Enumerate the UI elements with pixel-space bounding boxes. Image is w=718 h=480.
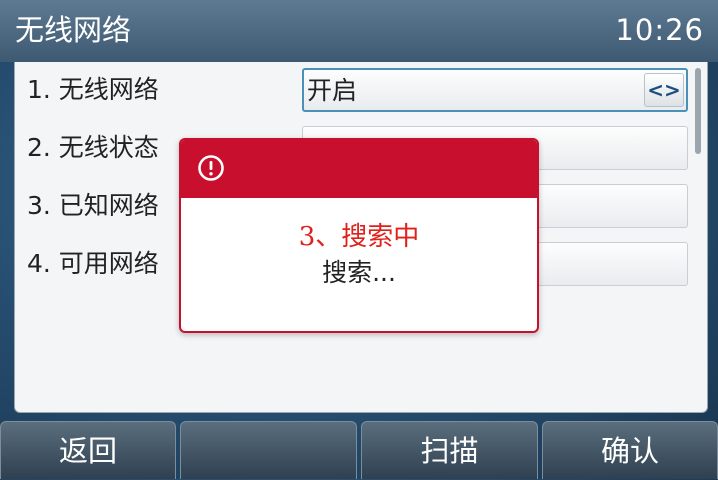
clock: 10:26 — [615, 13, 704, 47]
confirm-button[interactable]: 确认 — [542, 421, 718, 479]
alert-circle-icon — [198, 155, 224, 181]
menu-item-label: 1. 无线网络 — [27, 75, 159, 104]
dialog-message: 搜索... — [322, 258, 396, 287]
switch-arrows-icon[interactable]: <> — [644, 73, 684, 107]
back-button[interactable]: 返回 — [0, 421, 176, 479]
page-title: 无线网络 — [15, 13, 132, 47]
dialog-header — [181, 140, 537, 198]
empty-softkey[interactable] — [180, 421, 357, 479]
menu-item-wireless-network[interactable]: 1. 无线网络 开启 <> — [15, 62, 707, 118]
menu-item-label: 4. 可用网络 — [27, 249, 159, 278]
searching-dialog: 3、搜索中 搜索... — [179, 138, 539, 333]
field-value: 开启 — [307, 76, 358, 105]
menu-item-label: 3. 已知网络 — [27, 191, 159, 220]
menu-item-label: 2. 无线状态 — [27, 133, 159, 162]
scrollbar[interactable] — [695, 68, 701, 154]
scan-button[interactable]: 扫描 — [361, 421, 538, 479]
wireless-network-toggle-field[interactable]: 开启 <> — [302, 68, 688, 112]
title-bar: 无线网络 10:26 — [0, 0, 718, 62]
dialog-step-label: 3、搜索中 — [298, 222, 420, 252]
